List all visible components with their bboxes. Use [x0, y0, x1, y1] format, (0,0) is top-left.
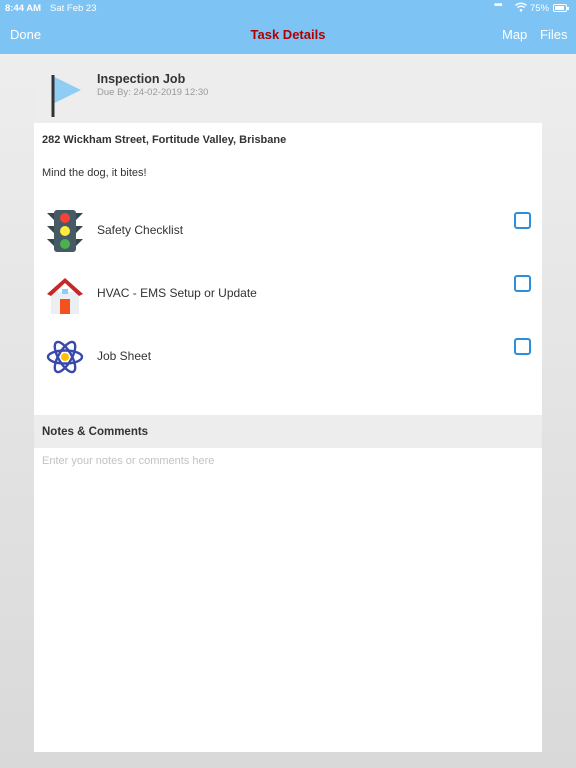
house-icon [47, 278, 83, 314]
job-title: Inspection Job [97, 72, 186, 86]
task-checkbox[interactable] [514, 275, 531, 292]
task-row-job-sheet[interactable]: Job Sheet [34, 329, 542, 385]
status-bar: 8:44 AM Sat Feb 23 ••• 75% [0, 0, 576, 16]
traffic-light-icon [47, 210, 83, 252]
files-button[interactable]: Files [540, 27, 567, 42]
multitasking-dots-icon: ••• [494, 0, 502, 11]
notes-title: Notes & Comments [42, 426, 149, 438]
task-checkbox[interactable] [514, 212, 531, 229]
wifi-icon [515, 2, 527, 12]
job-address: 282 Wickham Street, Fortitude Valley, Br… [42, 134, 287, 146]
job-note: Mind the dog, it bites! [42, 167, 147, 179]
task-row-hvac-ems-setup[interactable]: HVAC - EMS Setup or Update [34, 266, 542, 322]
notes-input[interactable] [34, 448, 542, 752]
job-header: Inspection Job Due By: 24-02-2019 12:30 [34, 68, 542, 123]
battery-icon [553, 4, 569, 12]
task-label: Safety Checklist [97, 223, 184, 237]
task-row-safety-checklist[interactable]: Safety Checklist [34, 203, 542, 259]
map-button[interactable]: Map [502, 27, 527, 42]
status-time: 8:44 AM [5, 3, 42, 14]
task-checkbox[interactable] [514, 338, 531, 355]
page-title: Task Details [250, 27, 326, 42]
atom-icon [46, 340, 84, 374]
task-details-card: Inspection Job Due By: 24-02-2019 12:30 … [34, 68, 542, 752]
done-button[interactable]: Done [10, 27, 41, 42]
notes-header: Notes & Comments [34, 415, 542, 448]
battery-percent: 75% [530, 3, 550, 14]
job-due-date: Due By: 24-02-2019 12:30 [97, 87, 209, 98]
status-date: Sat Feb 23 [50, 3, 97, 14]
flag-icon [51, 75, 81, 117]
navigation-bar: 8:44 AM Sat Feb 23 ••• 75% Done Task Det… [0, 0, 576, 54]
task-label: Job Sheet [97, 349, 152, 363]
task-label: HVAC - EMS Setup or Update [97, 286, 257, 300]
